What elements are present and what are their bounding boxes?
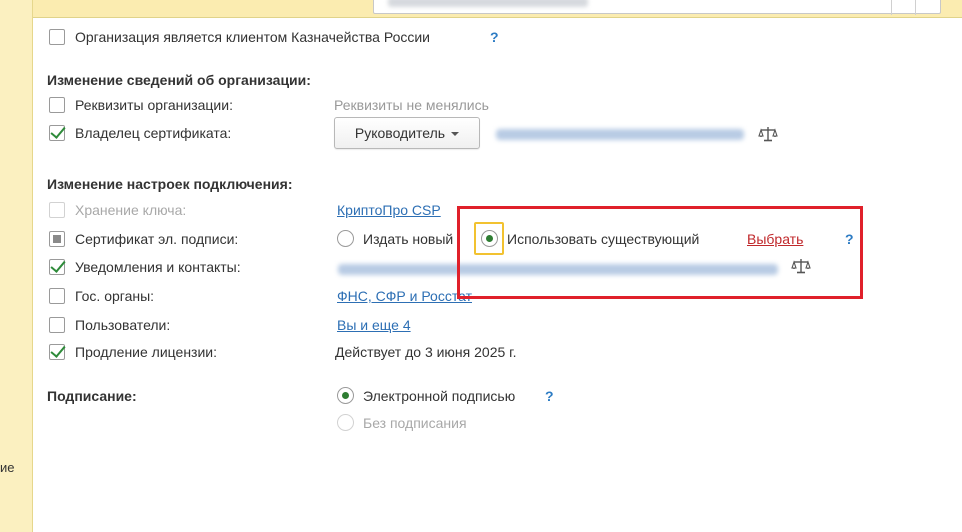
left-pane: ие: [0, 0, 33, 532]
owner-name-link-blurred[interactable]: [496, 129, 744, 140]
top-input-field[interactable]: [373, 0, 941, 15]
conn-changes-title: Изменение настроек подключения:: [47, 176, 293, 192]
gov-label: Гос. органы:: [75, 288, 155, 304]
chevron-down-icon: [451, 132, 460, 136]
owner-dropdown-label: Руководитель: [354, 125, 446, 141]
treasury-checkbox[interactable]: [49, 29, 65, 45]
users-link[interactable]: Вы и еще 4: [337, 317, 411, 333]
treasury-help-icon[interactable]: ?: [490, 29, 499, 45]
owner-dropdown-button[interactable]: Руководитель: [334, 117, 480, 149]
users-label: Пользователи:: [75, 317, 171, 333]
requisites-label: Реквизиты организации:: [75, 97, 233, 113]
org-changes-title: Изменение сведений об организации:: [47, 72, 311, 88]
certificate-checkbox[interactable]: [49, 231, 65, 247]
issue-new-label: Издать новый: [363, 231, 454, 247]
license-status: Действует до 3 июня 2025 г.: [335, 344, 517, 360]
key-storage-checkbox[interactable]: [49, 202, 65, 218]
key-storage-link[interactable]: КриптоПро CSP: [337, 202, 441, 218]
highlight-annotation-box: [457, 206, 863, 299]
electronic-signature-radio[interactable]: [337, 387, 354, 404]
signing-help-icon[interactable]: ?: [545, 388, 554, 404]
requisites-checkbox[interactable]: [49, 97, 65, 113]
key-storage-label: Хранение ключа:: [75, 202, 187, 218]
scales-icon[interactable]: [758, 125, 778, 143]
users-checkbox[interactable]: [49, 317, 65, 333]
requisites-status: Реквизиты не менялись: [334, 97, 489, 113]
electronic-signature-label: Электронной подписью: [363, 388, 516, 404]
license-checkbox[interactable]: [49, 344, 65, 360]
issue-new-radio[interactable]: [337, 230, 354, 247]
no-signing-radio[interactable]: [337, 414, 354, 431]
no-signing-label: Без подписания: [363, 415, 467, 431]
top-input-blurred-value: [388, 0, 588, 7]
left-pane-text: ие: [0, 460, 15, 475]
signing-title: Подписание:: [47, 388, 137, 404]
owner-checkbox[interactable]: [49, 125, 65, 141]
license-label: Продление лицензии:: [75, 344, 217, 360]
notifications-checkbox[interactable]: [49, 259, 65, 275]
gov-checkbox[interactable]: [49, 288, 65, 304]
certificate-label: Сертификат эл. подписи:: [75, 231, 239, 247]
gov-link[interactable]: ФНС, СФР и Росстат: [337, 288, 472, 304]
treasury-label: Организация является клиентом Казначейст…: [75, 29, 430, 45]
notifications-label: Уведомления и контакты:: [75, 259, 241, 275]
owner-label: Владелец сертификата:: [75, 125, 232, 141]
top-field-row: [33, 0, 962, 18]
